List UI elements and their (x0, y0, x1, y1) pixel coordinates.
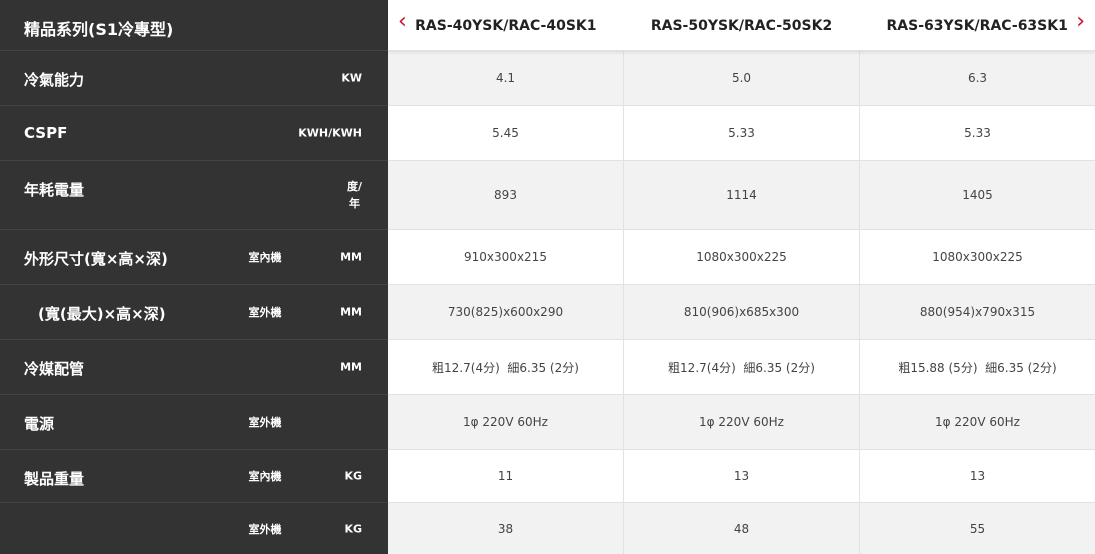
table-row: 粗12.7(4分) 細6.35 (2分) 粗12.7(4分) 細6.35 (2分… (388, 340, 1095, 395)
value-cell: 1405 (962, 188, 993, 202)
table-row: 730(825)x600x290 810(906)x685x300 880(95… (388, 285, 1095, 340)
series-title-row: 精品系列(S1冷專型) (0, 0, 388, 51)
spec-label-row: 年耗電量 度/ 年 (0, 161, 388, 230)
spec-title: 冷氣能力 (24, 71, 85, 89)
spec-unit: 度/ 年 (346, 180, 362, 210)
spec-label-row: 電源 室外機 (0, 395, 388, 450)
value-cell: 4.1 (388, 51, 624, 105)
value-cell: 55 (969, 521, 986, 536)
spec-title: 製品重量 (24, 470, 85, 488)
value-cell: 5.33 (624, 106, 860, 160)
spec-label-row: 室外機 KG (0, 503, 388, 554)
spec-subtype: 室外機 (248, 522, 282, 536)
value-cell: 5.0 (624, 51, 860, 105)
value-cell: 1114 (624, 161, 860, 229)
value-cell: 1φ 220V 60Hz (624, 395, 860, 449)
value-cell: 6.3 (967, 71, 988, 85)
value-cell: 5.45 (388, 106, 624, 160)
value-cell: 1080x300x225 (932, 250, 1023, 264)
table-row: 4.1 5.0 6.3 (388, 51, 1095, 106)
value-cell: 5.33 (964, 126, 991, 140)
spec-label-row: CSPF KWH/KWH (0, 106, 388, 161)
spec-title: CSPF (24, 124, 68, 142)
spec-table: 精品系列(S1冷專型) 冷氣能力 KW CSPF KWH/KWH 年耗電量 度/… (0, 0, 1095, 554)
spec-label-row: 冷氣能力 KW (0, 51, 388, 106)
value-cell: 13 (969, 469, 986, 483)
value-cell: 11 (388, 450, 624, 502)
spec-title: 冷媒配管 (24, 360, 85, 378)
spec-unit: KG (344, 469, 362, 483)
value-cell: 粗12.7(4分) 細6.35 (2分) (624, 340, 860, 394)
table-row: 1φ 220V 60Hz 1φ 220V 60Hz 1φ 220V 60Hz (388, 395, 1095, 450)
value-cell: 910x300x215 (388, 230, 624, 284)
spec-unit: KWH/KWH (298, 126, 362, 140)
model-name: RAS-63YSK/RAC-63SK1 (886, 18, 1068, 34)
spec-title: 電源 (24, 415, 55, 433)
spec-label-row: (寬(最大)×高×深) 室外機 MM (0, 285, 388, 340)
value-cell: 1φ 220V 60Hz (935, 415, 1020, 429)
spec-title: (寬(最大)×高×深) (38, 305, 166, 323)
spec-label-row: 外形尺寸(寬×高×深) 室內機 MM (0, 230, 388, 285)
model-values-panel: ‹ RAS-40YSK/RAC-40SK1 RAS-50YSK/RAC-50SK… (388, 0, 1095, 554)
spec-subtype: 室內機 (248, 251, 282, 264)
model-name: RAS-50YSK/RAC-50SK2 (650, 18, 833, 34)
spec-subtype: 室外機 (248, 416, 282, 429)
spec-label-column: 精品系列(S1冷專型) 冷氣能力 KW CSPF KWH/KWH 年耗電量 度/… (0, 0, 388, 554)
chevron-right-icon[interactable]: › (1076, 11, 1085, 33)
value-cell: 1080x300x225 (624, 230, 860, 284)
spec-label-row: 冷媒配管 MM (0, 340, 388, 395)
value-cell: 13 (624, 450, 860, 502)
spec-title: 外形尺寸(寬×高×深) (24, 250, 168, 268)
spec-subtype: 室內機 (248, 470, 282, 483)
model-header: ‹ RAS-40YSK/RAC-40SK1 RAS-50YSK/RAC-50SK… (388, 0, 1095, 51)
value-cell: 粗12.7(4分) 細6.35 (2分) (388, 340, 624, 394)
value-cell: 893 (388, 161, 624, 229)
chevron-left-icon[interactable]: ‹ (398, 11, 407, 33)
value-cell: 38 (388, 503, 624, 554)
table-row: 893 1114 1405 (388, 161, 1095, 230)
value-cell: 810(906)x685x300 (624, 285, 860, 339)
series-title: 精品系列(S1冷專型) (24, 20, 174, 39)
table-row: 38 48 55 (388, 503, 1095, 554)
value-cell: 1φ 220V 60Hz (388, 395, 624, 449)
value-cell: 粗15.88 (5分) 細6.35 (2分) (898, 360, 1057, 375)
value-cell: 730(825)x600x290 (388, 285, 624, 339)
spec-unit: KW (341, 71, 362, 85)
spec-unit: MM (340, 250, 362, 264)
table-row: 5.45 5.33 5.33 (388, 106, 1095, 161)
spec-label-row: 製品重量 室內機 KG (0, 450, 388, 503)
model-name: RAS-40YSK/RAC-40SK1 (415, 18, 597, 34)
table-row: 11 13 13 (388, 450, 1095, 503)
table-row: 910x300x215 1080x300x225 1080x300x225 (388, 230, 1095, 285)
spec-unit: KG (344, 522, 362, 535)
spec-unit: MM (340, 360, 362, 374)
value-cell: 880(954)x790x315 (919, 305, 1036, 319)
value-cell: 48 (624, 503, 860, 554)
spec-unit: MM (340, 305, 362, 319)
spec-title: 年耗電量 (24, 181, 85, 199)
spec-subtype: 室外機 (248, 306, 282, 319)
